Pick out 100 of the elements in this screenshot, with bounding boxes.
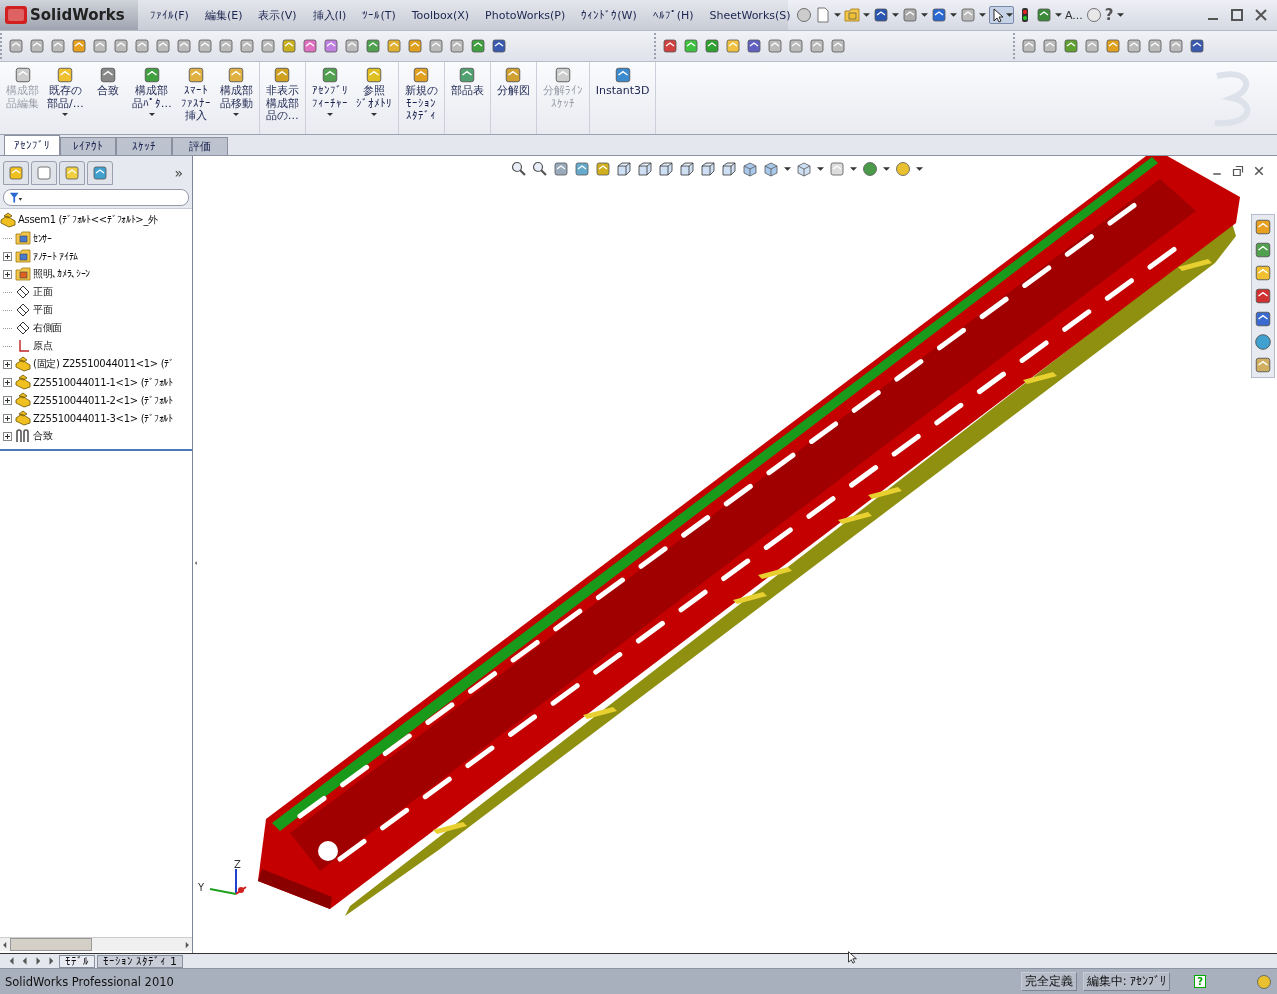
tree-item[interactable]: (固定) Z25510044011<1> (ﾃﾞ bbox=[0, 355, 192, 373]
toolbar-tool-icon[interactable] bbox=[323, 38, 339, 54]
help-button[interactable]: ? bbox=[1104, 6, 1114, 24]
document-tab[interactable]: ﾓｰｼｮﾝ ｽﾀﾃﾞｨ 1 bbox=[97, 954, 183, 968]
toolbar-tool-icon[interactable] bbox=[29, 38, 45, 54]
toolbar-tool-icon[interactable] bbox=[134, 38, 150, 54]
ribbon-command-button[interactable]: 参照 ｼﾞｵﾒﾄﾘ bbox=[351, 62, 396, 134]
toolbar-tool-icon[interactable] bbox=[239, 38, 255, 54]
toolbar-tool-icon[interactable] bbox=[386, 38, 402, 54]
cube-view-icon[interactable] bbox=[679, 161, 695, 177]
toolbar-tool-icon[interactable] bbox=[1105, 38, 1121, 54]
toolbar-tool-icon[interactable] bbox=[407, 38, 423, 54]
text-tool-button[interactable]: A... bbox=[1065, 8, 1083, 22]
menu-item[interactable]: ｳｨﾝﾄﾞｳ(W) bbox=[573, 6, 645, 24]
toolbar-tool-icon[interactable] bbox=[365, 38, 381, 54]
tree-item[interactable]: Z25510044011-1<1> (ﾃﾞﾌｫﾙﾄ bbox=[0, 373, 192, 391]
horizontal-scrollbar[interactable] bbox=[0, 937, 192, 951]
ribbon-command-button[interactable]: 部品表 bbox=[446, 62, 488, 134]
menu-item[interactable]: Toolbox(X) bbox=[403, 6, 478, 24]
toolbar-tool-icon[interactable] bbox=[1042, 38, 1058, 54]
display-style-icon[interactable] bbox=[763, 161, 779, 177]
tree-item[interactable]: Z25510044011-3<1> (ﾃﾞﾌｫﾙﾄ bbox=[0, 409, 192, 427]
expand-icon[interactable] bbox=[3, 269, 12, 279]
tree-item[interactable]: 合致 bbox=[0, 427, 192, 445]
expand-icon[interactable] bbox=[3, 395, 12, 405]
toolbar-tool-icon[interactable] bbox=[704, 38, 720, 54]
toolbar-tool-icon[interactable] bbox=[449, 38, 465, 54]
toolbar-tool-icon[interactable] bbox=[1063, 38, 1079, 54]
toolbar-tool-icon[interactable] bbox=[746, 38, 762, 54]
toolbar-tool-icon[interactable] bbox=[344, 38, 360, 54]
caret-icon[interactable] bbox=[1055, 13, 1062, 17]
ribbon-command-button[interactable]: ｱｾﾝﾌﾞﾘ ﾌｨｰﾁｬｰ bbox=[307, 62, 352, 134]
expand-icon[interactable] bbox=[3, 431, 12, 441]
ribbon-command-button[interactable]: 分解図 bbox=[492, 62, 534, 134]
toolbar-tool-icon[interactable] bbox=[1168, 38, 1184, 54]
toolbar-tool-icon[interactable] bbox=[1147, 38, 1163, 54]
ribbon-command-button[interactable]: 合致 bbox=[87, 62, 128, 134]
expand-icon[interactable] bbox=[3, 377, 12, 387]
toolbar-tool-icon[interactable] bbox=[197, 38, 213, 54]
menu-item[interactable]: PhotoWorks(P) bbox=[477, 6, 574, 24]
toolbar-tool-icon[interactable] bbox=[788, 38, 804, 54]
toolbar-tool-icon[interactable] bbox=[281, 38, 297, 54]
toolbar-tool-icon[interactable] bbox=[1126, 38, 1142, 54]
close-icon[interactable] bbox=[1253, 165, 1265, 177]
ribbon-tab[interactable]: ｽｹｯﾁ bbox=[116, 137, 172, 155]
caret-icon[interactable] bbox=[916, 167, 923, 171]
menu-item[interactable]: ﾍﾙﾌﾟ(H) bbox=[644, 6, 702, 24]
toolbar-tool-icon[interactable] bbox=[1021, 38, 1037, 54]
caret-icon[interactable] bbox=[1116, 13, 1124, 17]
caret-icon[interactable] bbox=[784, 167, 791, 171]
ribbon-command-button[interactable]: 既存の 部品/… bbox=[43, 62, 88, 134]
menu-item[interactable]: ﾌｧｲﾙ(F) bbox=[142, 6, 197, 24]
menu-item[interactable]: ﾂｰﾙ(T) bbox=[354, 6, 404, 24]
maximize-icon[interactable] bbox=[1229, 7, 1245, 23]
shaded-cube-icon[interactable] bbox=[742, 161, 758, 177]
tree-item[interactable]: 原点 bbox=[0, 337, 192, 355]
toolbar-tool-icon[interactable] bbox=[809, 38, 825, 54]
toolbar-tool-icon[interactable] bbox=[71, 38, 87, 54]
tree-item[interactable]: 照明､ｶﾒﾗ､ｼｰﾝ bbox=[0, 265, 192, 283]
panel-tab[interactable] bbox=[87, 161, 113, 185]
toolbar-tool-icon[interactable] bbox=[218, 38, 234, 54]
ribbon-tab[interactable]: 評価 bbox=[172, 137, 228, 155]
ribbon-command-button[interactable]: 新規の ﾓｰｼｮﾝ ｽﾀﾃﾞｨ bbox=[400, 62, 442, 134]
scene-icon[interactable] bbox=[862, 161, 878, 177]
toolbar-tool-icon[interactable] bbox=[8, 38, 24, 54]
toolbar-tool-icon[interactable] bbox=[260, 38, 276, 54]
toolbar-tool-icon[interactable] bbox=[113, 38, 129, 54]
cube-view-icon[interactable] bbox=[658, 161, 674, 177]
toolbar-tool-icon[interactable] bbox=[1084, 38, 1100, 54]
ribbon-tab[interactable]: ﾚｲｱｳﾄ bbox=[60, 137, 116, 155]
tree-item[interactable]: ｾﾝｻｰ bbox=[0, 229, 192, 247]
panel-tab[interactable] bbox=[31, 161, 57, 185]
expand-icon[interactable] bbox=[3, 413, 12, 423]
tree-item[interactable]: Z25510044011-2<1> (ﾃﾞﾌｫﾙﾄ bbox=[0, 391, 192, 409]
select-button[interactable] bbox=[989, 6, 1014, 24]
shaded-box-icon[interactable] bbox=[796, 161, 812, 177]
toolbar-tool-icon[interactable] bbox=[662, 38, 678, 54]
toolbar-tool-icon[interactable] bbox=[725, 38, 741, 54]
menu-item[interactable]: 編集(E) bbox=[196, 5, 251, 25]
cube-view-icon[interactable] bbox=[721, 161, 737, 177]
toolbar-tool-icon[interactable] bbox=[830, 38, 846, 54]
toolbar-tool-icon[interactable] bbox=[428, 38, 444, 54]
toolbar-tool-icon[interactable] bbox=[491, 38, 507, 54]
tree-item[interactable]: 右側面 bbox=[0, 319, 192, 337]
caret-icon[interactable] bbox=[834, 13, 841, 17]
panel-tab[interactable] bbox=[59, 161, 85, 185]
ribbon-tab[interactable]: ｱｾﾝﾌﾞﾘ bbox=[4, 135, 60, 155]
toolbar-tool-icon[interactable] bbox=[302, 38, 318, 54]
ribbon-command-button[interactable]: Instant3D bbox=[591, 62, 654, 134]
caret-icon[interactable] bbox=[817, 167, 824, 171]
toolbar-tool-icon[interactable] bbox=[92, 38, 108, 54]
expand-icon[interactable] bbox=[3, 251, 12, 261]
menu-item[interactable]: SheetWorks(S) bbox=[701, 6, 799, 24]
caret-icon[interactable] bbox=[863, 13, 870, 17]
close-icon[interactable] bbox=[1253, 7, 1269, 23]
zoom-to-fit-icon[interactable] bbox=[511, 161, 527, 177]
ribbon-command-button[interactable]: 構成部 品移動 bbox=[215, 62, 257, 134]
sphere-icon[interactable] bbox=[895, 161, 911, 177]
tree-item[interactable]: ｱﾉﾃｰﾄ ｱｲﾃﾑ bbox=[0, 247, 192, 265]
toolbar-tool-icon[interactable] bbox=[1189, 38, 1205, 54]
